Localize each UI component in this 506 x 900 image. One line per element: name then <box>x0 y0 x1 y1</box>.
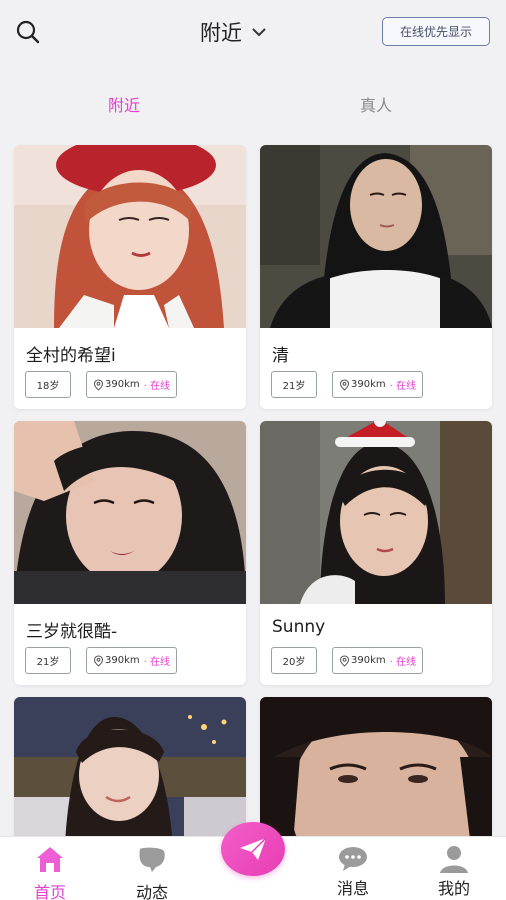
age-tag: 20岁 <box>271 647 317 674</box>
top-bar: 附近 在线优先显示 <box>0 0 506 64</box>
tab-nearby[interactable]: 附近 <box>108 92 140 116</box>
home-icon <box>37 847 63 872</box>
location-pin-icon <box>339 378 350 391</box>
location-label: 附近 <box>200 21 242 45</box>
distance-tag: 390km · 在线 <box>86 371 177 398</box>
distance-tag: 390km · 在线 <box>86 647 177 674</box>
user-photo <box>260 697 492 857</box>
nav-me[interactable]: 我的 <box>414 837 494 900</box>
user-card[interactable] <box>260 697 492 857</box>
age-tag: 21岁 <box>25 647 71 674</box>
distance-text: 390km <box>351 379 386 390</box>
user-name: 三岁就很酷- <box>26 622 118 642</box>
chevron-down-icon <box>252 28 266 37</box>
moments-icon <box>139 847 165 872</box>
distance-text: 390km <box>105 379 140 390</box>
user-photo <box>14 421 246 604</box>
user-photo <box>14 697 246 857</box>
nav-feed[interactable]: 动态 <box>112 837 192 900</box>
location-pin-icon <box>93 654 104 667</box>
location-pin-icon <box>339 654 350 667</box>
search-icon[interactable] <box>14 18 42 46</box>
user-card[interactable]: 全村的希望i 18岁 390km · 在线 <box>14 145 246 409</box>
user-photo <box>260 145 492 328</box>
location-pin-icon <box>93 378 104 391</box>
tab-real-person[interactable]: 真人 <box>360 92 392 116</box>
user-name: Sunny <box>272 617 326 637</box>
nav-home[interactable]: 首页 <box>10 837 90 900</box>
online-first-button[interactable]: 在线优先显示 <box>382 17 490 46</box>
user-name: 清 <box>272 346 289 366</box>
distance-tag: 390km · 在线 <box>332 371 423 398</box>
nav-messages[interactable]: 消息 <box>313 837 393 900</box>
online-status: · 在线 <box>143 657 170 668</box>
paper-plane-icon <box>240 837 267 860</box>
user-card[interactable]: 清 21岁 390km · 在线 <box>260 145 492 409</box>
nav-messages-label: 消息 <box>336 879 369 898</box>
user-icon <box>440 846 468 873</box>
location-selector[interactable]: 附近 <box>200 16 268 48</box>
distance-text: 390km <box>351 655 386 666</box>
online-status: · 在线 <box>389 381 416 392</box>
user-name: 全村的希望i <box>26 346 116 366</box>
nav-me-label: 我的 <box>437 879 470 898</box>
user-card[interactable]: Sunny 20岁 390km · 在线 <box>260 421 492 685</box>
user-photo <box>14 145 246 328</box>
online-status: · 在线 <box>143 381 170 392</box>
chat-bubble-icon <box>339 847 367 871</box>
nav-feed-label: 动态 <box>135 883 168 900</box>
user-photo <box>260 421 492 604</box>
age-tag: 21岁 <box>271 371 317 398</box>
publish-button[interactable] <box>221 822 285 876</box>
online-status: · 在线 <box>389 657 416 668</box>
nav-home-label: 首页 <box>33 883 66 900</box>
distance-text: 390km <box>105 655 140 666</box>
user-card[interactable]: 三岁就很酷- 21岁 390km · 在线 <box>14 421 246 685</box>
user-card[interactable] <box>14 697 246 857</box>
age-tag: 18岁 <box>25 371 71 398</box>
distance-tag: 390km · 在线 <box>332 647 423 674</box>
